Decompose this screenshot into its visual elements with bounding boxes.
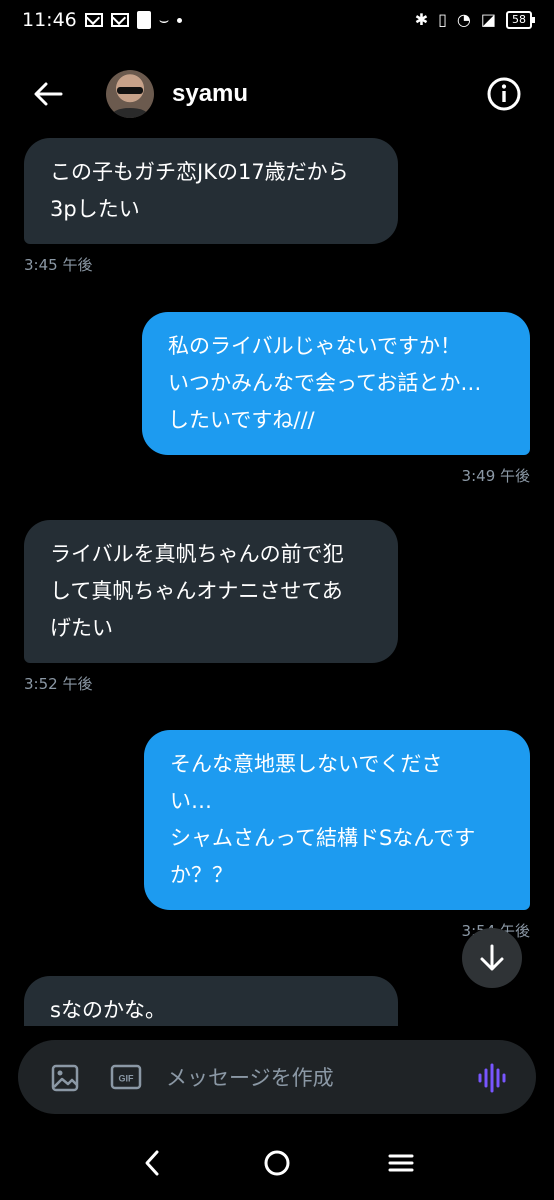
back-button[interactable] xyxy=(30,76,66,112)
home-circle-icon xyxy=(264,1150,290,1176)
gif-label: GIF xyxy=(119,1074,135,1084)
back-arrow-icon xyxy=(34,82,63,106)
message-list[interactable]: この子もガチ恋JKの17歳だから 3pしたい 3:45 午後 私のライバルじゃな… xyxy=(0,126,554,1026)
avatar[interactable] xyxy=(106,70,154,118)
message-received: この子もガチ恋JKの17歳だから 3pしたい 3:45 午後 xyxy=(24,138,398,275)
message-sent: そんな意地悪しないでくださ い… シャムさんって結構ドSなんです か？？ 3:5… xyxy=(144,730,530,941)
voice-message-button[interactable] xyxy=(476,1062,508,1094)
message-received: sなのかな。 xyxy=(24,976,398,1026)
system-navigation-bar xyxy=(0,1128,554,1200)
status-time: 11:46 xyxy=(22,9,77,31)
menu-icon xyxy=(388,1154,414,1172)
arrow-down-icon xyxy=(480,944,504,971)
gmail-icon xyxy=(110,13,129,27)
notification-dot-icon xyxy=(177,17,183,23)
battery-icon: 58 xyxy=(506,11,535,29)
conversation-username[interactable]: syamu xyxy=(172,80,248,108)
message-received: ライバルを真帆ちゃんの前で犯 して真帆ちゃんオナニさせてあ げたい 3:52 午… xyxy=(24,520,398,694)
message-bubble[interactable]: そんな意地悪しないでくださ い… シャムさんって結構ドSなんです か？？ xyxy=(144,730,530,910)
image-icon xyxy=(51,1064,79,1092)
gif-icon: GIF xyxy=(110,1064,142,1090)
conversation-header: syamu xyxy=(0,62,554,126)
message-bubble[interactable]: 私のライバルじゃないですか！ いつかみんなで会ってお話とか… したいですね/// xyxy=(142,312,530,455)
message-bubble[interactable]: この子もガチ恋JKの17歳だから 3pしたい xyxy=(24,138,398,244)
message-sent: 私のライバルじゃないですか！ いつかみんなで会ってお話とか… したいですね///… xyxy=(142,312,530,486)
voice-wave-icon xyxy=(478,1063,506,1093)
message-timestamp: 3:49 午後 xyxy=(461,467,530,485)
message-timestamp: 3:45 午後 xyxy=(24,256,93,274)
info-icon xyxy=(487,77,521,111)
nav-home-button[interactable] xyxy=(262,1148,292,1178)
message-timestamp: 3:52 午後 xyxy=(24,675,93,693)
chevron-left-icon xyxy=(145,1150,159,1176)
info-button[interactable] xyxy=(486,76,522,112)
amazon-icon: ⌣ xyxy=(158,10,170,29)
vibrate-icon: ▯ xyxy=(438,10,447,29)
bluetooth-icon: ✱ xyxy=(414,10,429,29)
nav-back-button[interactable] xyxy=(138,1148,168,1178)
wifi-icon: ◔ xyxy=(456,10,471,29)
status-bar: 11:46 ⌣ ✱ ▯ ◔ ◪ 58 xyxy=(0,0,554,40)
message-input[interactable] xyxy=(164,1040,458,1116)
message-bubble[interactable]: sなのかな。 xyxy=(24,976,398,1026)
gmail-icon xyxy=(84,13,103,27)
no-sim-icon: ◪ xyxy=(480,10,496,29)
nav-recents-button[interactable] xyxy=(386,1148,416,1178)
add-image-button[interactable] xyxy=(50,1063,80,1093)
clipboard-icon xyxy=(136,11,151,29)
message-composer: GIF xyxy=(18,1040,536,1116)
scroll-to-bottom-button[interactable] xyxy=(462,928,522,988)
message-bubble[interactable]: ライバルを真帆ちゃんの前で犯 して真帆ちゃんオナニさせてあ げたい xyxy=(24,520,398,663)
add-gif-button[interactable]: GIF xyxy=(110,1063,142,1091)
